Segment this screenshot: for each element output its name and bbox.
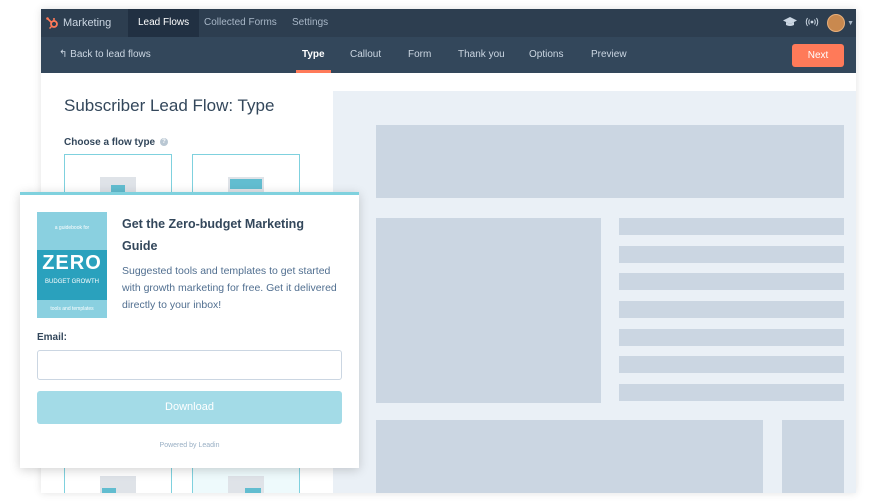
placeholder-line <box>619 301 844 318</box>
option-thumbnail-accent <box>230 179 262 189</box>
tab-lead-flows[interactable]: Lead Flows <box>128 9 200 37</box>
back-link-label: Back to lead flows <box>70 49 151 60</box>
step-thank-you[interactable]: Thank you <box>458 37 505 73</box>
option-thumbnail-accent <box>102 488 116 493</box>
tab-settings[interactable]: Settings <box>282 9 338 37</box>
brand-label: Marketing <box>63 17 112 29</box>
graduation-cap-icon[interactable] <box>783 16 798 30</box>
placeholder-line <box>619 356 844 373</box>
avatar[interactable] <box>827 14 846 32</box>
option-thumbnail-accent <box>245 488 261 493</box>
sprocket-logo-icon <box>45 16 59 30</box>
step-preview[interactable]: Preview <box>591 37 627 73</box>
step-options[interactable]: Options <box>529 37 563 73</box>
lead-flow-popup: a guidebook for ZERO BUDGET GROWTH tools… <box>20 192 359 468</box>
placeholder-line <box>619 273 844 290</box>
help-icon[interactable]: ? <box>159 138 168 146</box>
flow-type-label: Choose a flow type ? <box>64 137 168 148</box>
broadcast-icon[interactable] <box>805 17 819 30</box>
popup-title: Get the Zero-budget Marketing Guide <box>122 217 304 253</box>
back-link[interactable]: ↰ Back to lead flows <box>59 37 151 73</box>
chevron-down-icon[interactable]: ▼ <box>847 20 854 27</box>
brand[interactable]: Marketing <box>45 9 111 37</box>
step-bar: ↰ Back to lead flows Type Callout Form T… <box>41 37 856 73</box>
download-button[interactable]: Download <box>37 391 342 424</box>
placeholder-footer-side-block <box>782 420 844 493</box>
page-title: Subscriber Lead Flow: Type <box>64 96 275 115</box>
step-callout[interactable]: Callout <box>350 37 381 73</box>
powered-by-text: Powered by Leadin <box>159 442 220 449</box>
placeholder-line <box>619 246 844 263</box>
next-button[interactable]: Next <box>792 44 844 67</box>
nav-utilities: ▼ <box>783 9 854 37</box>
email-label: Email: <box>37 332 68 343</box>
placeholder-image-block <box>376 218 601 403</box>
popup-description: Suggested tools and templates to get sta… <box>122 265 337 311</box>
preview-canvas <box>333 91 856 493</box>
ebook-cover: a guidebook for ZERO BUDGET GROWTH tools… <box>37 212 107 318</box>
step-type[interactable]: Type <box>296 37 331 73</box>
book-subtitle: BUDGET GROWTH <box>45 279 99 285</box>
placeholder-line <box>619 384 844 401</box>
placeholder-header-block <box>376 125 844 198</box>
step-form[interactable]: Form <box>408 37 431 73</box>
tab-collected-forms[interactable]: Collected Forms <box>194 9 287 37</box>
placeholder-line <box>619 329 844 346</box>
placeholder-footer-block <box>376 420 763 493</box>
top-nav: Marketing Lead Flows Collected Forms Set… <box>41 9 856 37</box>
flow-type-text: Choose a flow type <box>64 137 156 148</box>
back-arrow-icon: ↰ <box>59 49 68 60</box>
placeholder-line <box>619 218 844 235</box>
book-tagline-top: a guidebook for <box>54 225 90 231</box>
book-tagline-bottom: tools and templates <box>50 306 94 312</box>
email-field[interactable] <box>37 350 342 380</box>
book-title: ZERO <box>42 252 102 274</box>
